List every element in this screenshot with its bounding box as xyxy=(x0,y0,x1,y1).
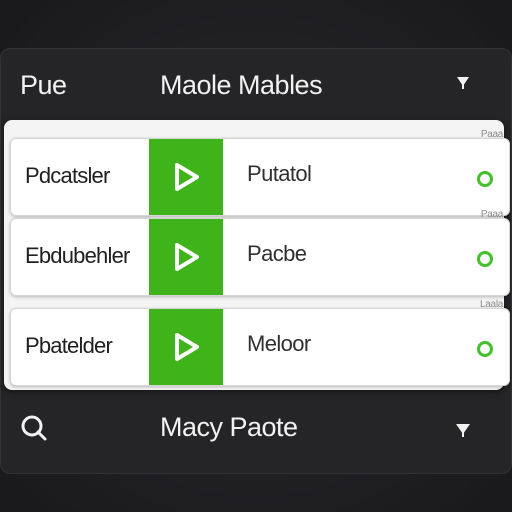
row-track: Meloor xyxy=(247,331,311,356)
play-button[interactable] xyxy=(149,139,223,215)
status-ring-icon[interactable] xyxy=(477,171,493,187)
row-name: Pdcatsler xyxy=(25,163,110,188)
row-track: Putatol xyxy=(247,161,312,186)
search-icon[interactable] xyxy=(20,414,48,442)
row-track: Pacbe xyxy=(247,241,307,266)
app-screen: Pue Maole Mables Pdcatsler Putatol Paaa … xyxy=(0,0,512,512)
play-icon xyxy=(175,163,199,191)
play-icon xyxy=(175,333,199,361)
status-ring-icon[interactable] xyxy=(477,341,493,357)
track-list: Pdcatsler Putatol Paaa Ebdubehler Pacbe … xyxy=(4,120,510,390)
list-item[interactable]: Pdcatsler Putatol Paaa xyxy=(10,129,510,216)
row-meta: Paaa xyxy=(480,129,503,140)
header-left-label[interactable]: Pue xyxy=(20,70,67,101)
play-button[interactable] xyxy=(149,309,223,385)
row-meta: Paaa xyxy=(480,209,503,220)
chevron-down-icon[interactable] xyxy=(452,418,474,440)
list-item[interactable]: Pbatelder Meloor Laala xyxy=(10,299,510,386)
play-icon xyxy=(175,243,199,271)
list-item[interactable]: Ebdubehler Pacbe Paaa xyxy=(10,209,510,296)
row-name: Pbatelder xyxy=(25,333,113,358)
status-ring-icon[interactable] xyxy=(477,251,493,267)
row-name: Ebdubehler xyxy=(25,243,130,268)
footer-title: Macy Paote xyxy=(160,412,298,442)
header-title: Maole Mables xyxy=(160,70,323,100)
row-meta: Laala xyxy=(480,299,503,310)
play-button[interactable] xyxy=(149,219,223,295)
chevron-down-icon[interactable] xyxy=(453,72,473,92)
